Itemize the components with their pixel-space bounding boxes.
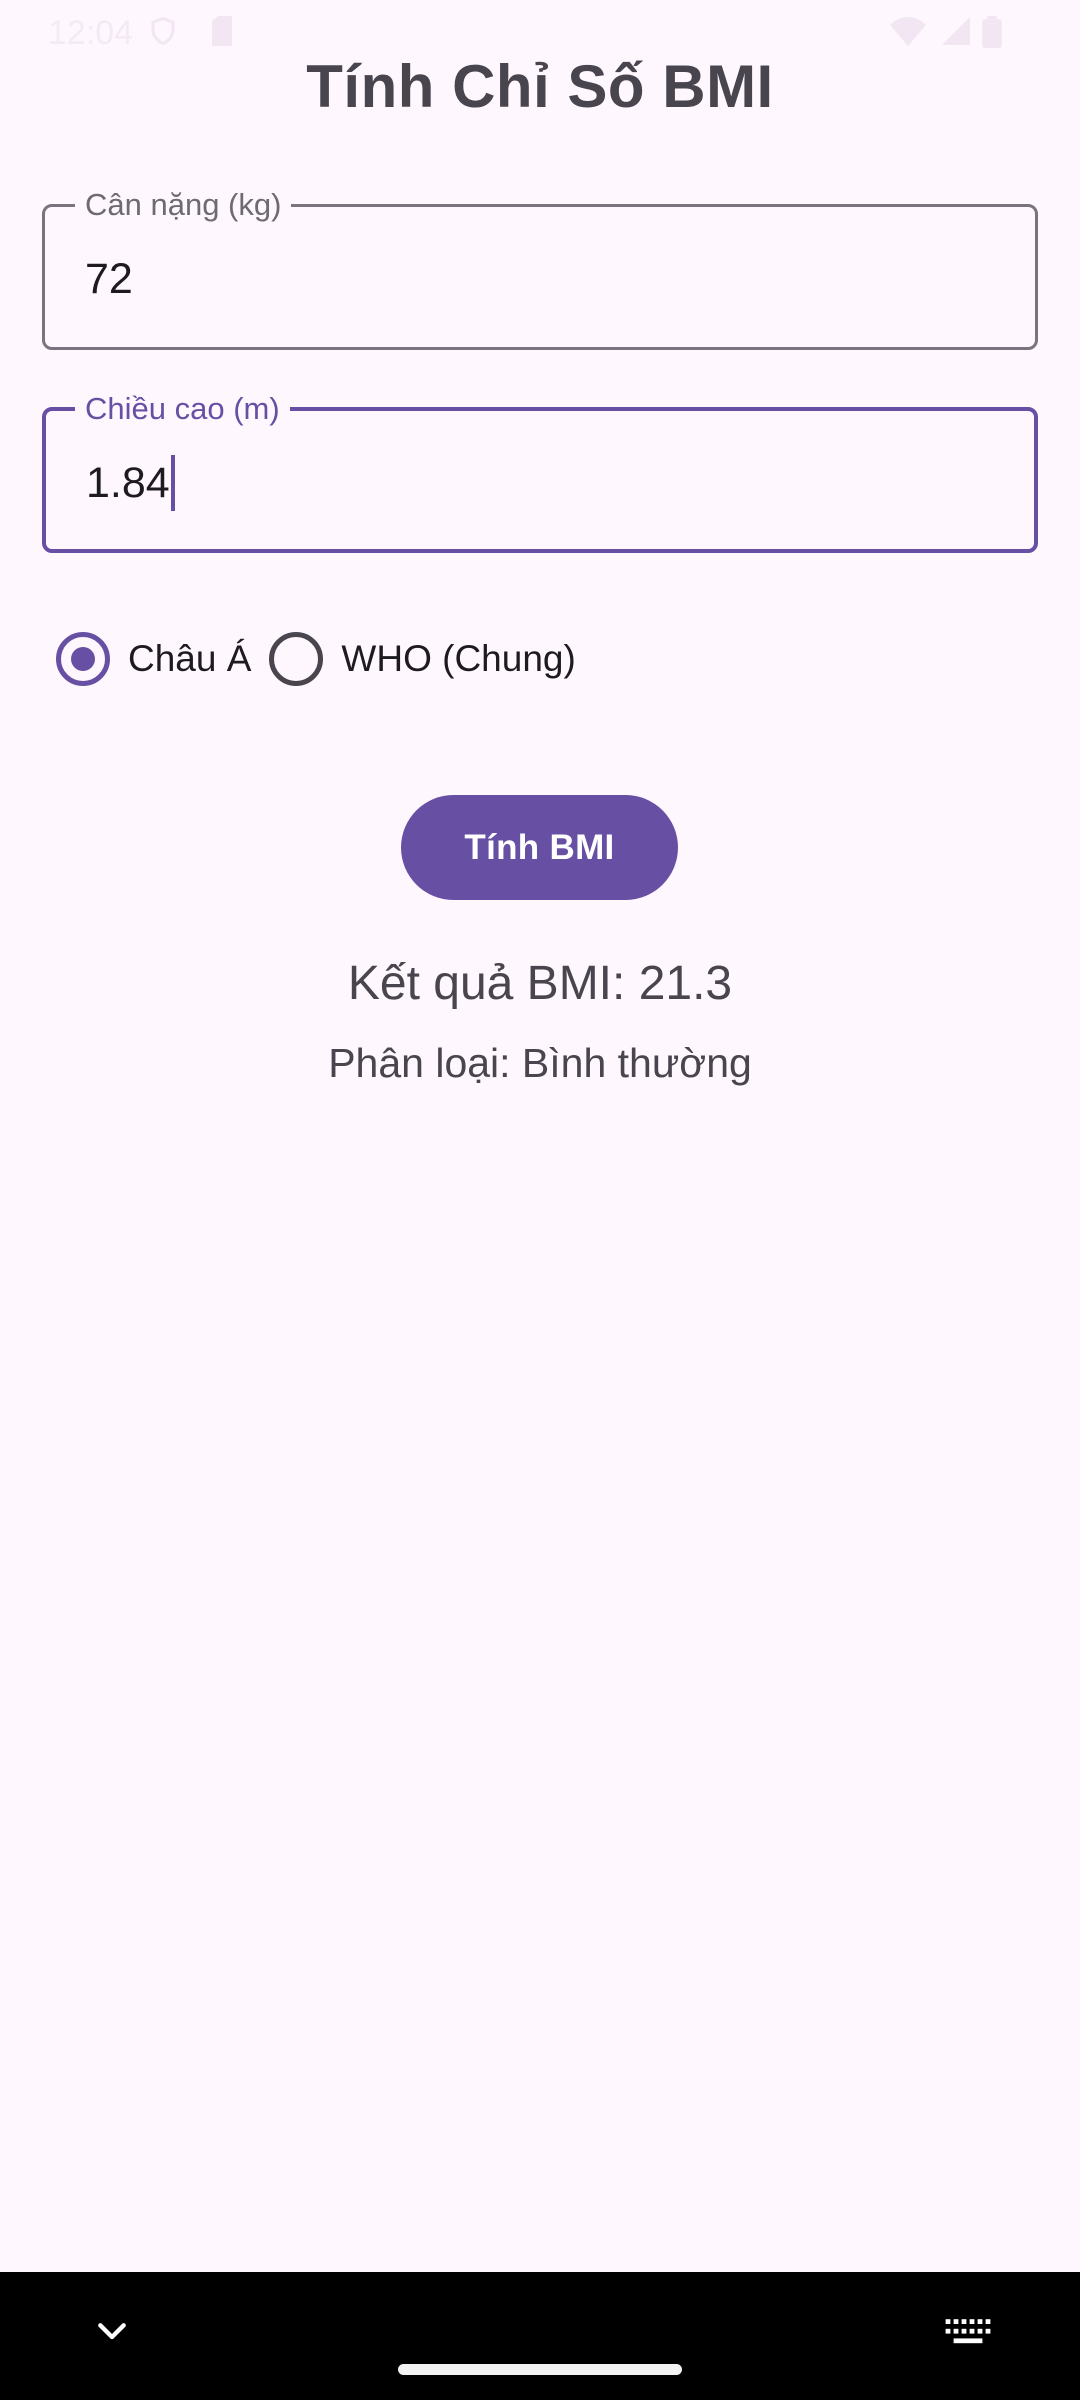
radio-asia[interactable]: Châu Á [56, 632, 251, 686]
bmi-result: Kết quả BMI: 21.3 [347, 957, 733, 1010]
weight-field[interactable]: Cân nặng (kg) 72 [42, 185, 1038, 350]
chevron-down-icon[interactable] [92, 2312, 132, 2352]
height-input-text: 1.84 [86, 459, 170, 507]
radio-who-label[interactable]: WHO (Chung) [341, 638, 575, 680]
status-time: 12:04 [48, 14, 134, 52]
bmi-standard-radio-group: Châu Á WHO (Chung) [56, 632, 594, 686]
bmi-classification: Phân loại: Bình thường [328, 1040, 752, 1086]
weight-field-label: Cân nặng (kg) [75, 185, 292, 225]
height-field-label: Chiều cao (m) [75, 389, 290, 429]
page-title: Tính Chỉ Số BMI [306, 53, 774, 120]
sim-icon [208, 16, 238, 46]
signal-icon [942, 16, 972, 46]
battery-icon [982, 16, 1002, 48]
home-gesture-handle[interactable] [398, 2364, 682, 2375]
radio-unselected-icon[interactable] [269, 632, 324, 686]
shield-icon [148, 16, 178, 46]
radio-asia-label[interactable]: Châu Á [128, 638, 251, 680]
radio-who[interactable]: WHO (Chung) [269, 632, 576, 686]
height-input[interactable]: 1.84 [86, 455, 175, 511]
text-caret [170, 455, 175, 511]
weight-input[interactable]: 72 [85, 251, 133, 307]
radio-selected-icon[interactable] [56, 632, 110, 686]
wifi-icon [890, 16, 926, 46]
keyboard-icon[interactable] [944, 2316, 992, 2348]
calculate-bmi-button[interactable]: Tính BMI [401, 795, 678, 900]
height-field[interactable]: Chiều cao (m) 1.84 [42, 389, 1038, 553]
navigation-bar [0, 2272, 1080, 2400]
